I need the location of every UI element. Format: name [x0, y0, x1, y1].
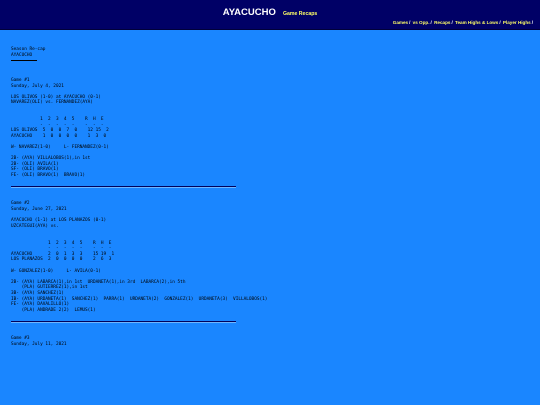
game-block: Game #1 Sunday, July 4, 2021 LOS OLIVOS …	[11, 78, 531, 179]
recap-content: Season Re-cap AYACUCHO Game #1 Sunday, J…	[11, 47, 531, 347]
nav-separator: /	[499, 20, 501, 25]
game-block: Game #3 Sunday, July 11, 2021	[11, 336, 531, 347]
recap-team: AYACUCHO	[11, 52, 33, 58]
game-date: Sunday, July 11, 2021	[11, 341, 67, 347]
nav-separator: /	[531, 20, 533, 25]
nav-separator: /	[451, 20, 453, 25]
nav-link-team-highs-lows[interactable]: Team Highs & Lows	[455, 20, 498, 25]
game-divider	[11, 186, 236, 189]
game-divider	[11, 320, 236, 323]
nav-link-recaps[interactable]: Recaps	[434, 20, 450, 25]
nav-link-games[interactable]: Games	[393, 20, 408, 25]
page: AYACUCHO Game Recaps Games/ vs Opp./ Rec…	[0, 0, 540, 405]
page-subtitle: Game Recaps	[282, 11, 318, 17]
nav-links: Games/ vs Opp./ Recaps/ Team Highs & Low…	[393, 20, 534, 26]
game-block: Game #2 Sunday, June 27, 2021 AYACUCHO (…	[11, 201, 531, 313]
nav-link-vs-opp[interactable]: vs Opp.	[413, 20, 430, 25]
team-title: AYACUCHO	[222, 7, 276, 18]
header-title: AYACUCHO Game Recaps	[0, 3, 540, 21]
nav-link-player-highs[interactable]: Player Highs	[503, 20, 531, 25]
header-bar: AYACUCHO Game Recaps Games/ vs Opp./ Rec…	[0, 0, 540, 30]
nav-separator: /	[430, 20, 432, 25]
nav-separator: /	[409, 20, 411, 25]
